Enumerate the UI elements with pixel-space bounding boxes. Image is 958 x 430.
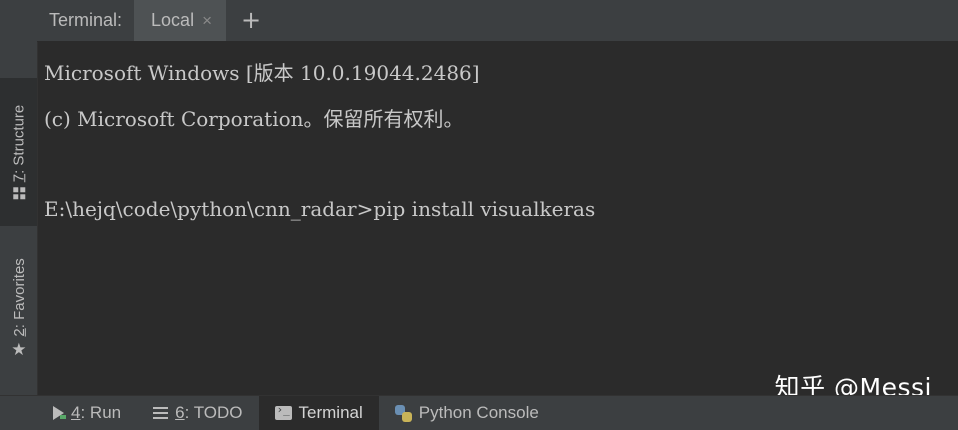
star-icon: ★ (10, 340, 27, 360)
structure-mnemonic: 7 (10, 173, 28, 182)
close-icon[interactable]: × (202, 11, 212, 31)
structure-tool-tab[interactable]: 7: Structure (0, 78, 37, 226)
terminal-line: Microsoft Windows [版本 10.0.19044.2486] (44, 61, 480, 85)
tool-window-title: Terminal: (49, 10, 123, 30)
terminal-tool-button[interactable]: Terminal (258, 396, 379, 430)
structure-label: : Structure (10, 104, 28, 174)
terminal-prompt-line: E:\hejq\code\python\cnn_radar>pip instal… (44, 197, 596, 221)
bottom-tool-bar: 4: Run 6: TODO Terminal Python Console (0, 395, 958, 430)
run-tool-button[interactable]: 4: Run (37, 396, 137, 430)
left-tool-strip: 7: Structure ★ 2: Favorites (0, 0, 38, 395)
terminal-label: Terminal (298, 403, 363, 422)
add-tab-button[interactable]: + (241, 0, 261, 41)
todo-tool-button[interactable]: 6: TODO (137, 396, 258, 430)
favorites-mnemonic: 2 (10, 328, 27, 337)
favorites-tool-tab[interactable]: ★ 2: Favorites (0, 238, 37, 378)
tab-local-label: Local (151, 10, 195, 30)
terminal-line: (c) Microsoft Corporation。保留所有权利。 (44, 107, 464, 131)
terminal-tab-bar: Terminal: Local × + (37, 0, 958, 42)
todo-icon (153, 407, 169, 419)
terminal-icon (274, 403, 292, 420)
python-icon (394, 404, 412, 422)
python-console-tool-button[interactable]: Python Console (379, 396, 555, 430)
tab-local[interactable]: Local × (134, 0, 226, 41)
run-icon (53, 406, 66, 420)
structure-icon (12, 186, 25, 201)
terminal-output[interactable]: Microsoft Windows [版本 10.0.19044.2486] (… (38, 42, 958, 402)
todo-mnemonic: 6 (175, 403, 185, 422)
run-label: : Run (80, 403, 122, 422)
todo-label: : TODO (184, 403, 243, 422)
python-console-label: Python Console (418, 403, 539, 422)
favorites-label: : Favorites (10, 258, 27, 329)
